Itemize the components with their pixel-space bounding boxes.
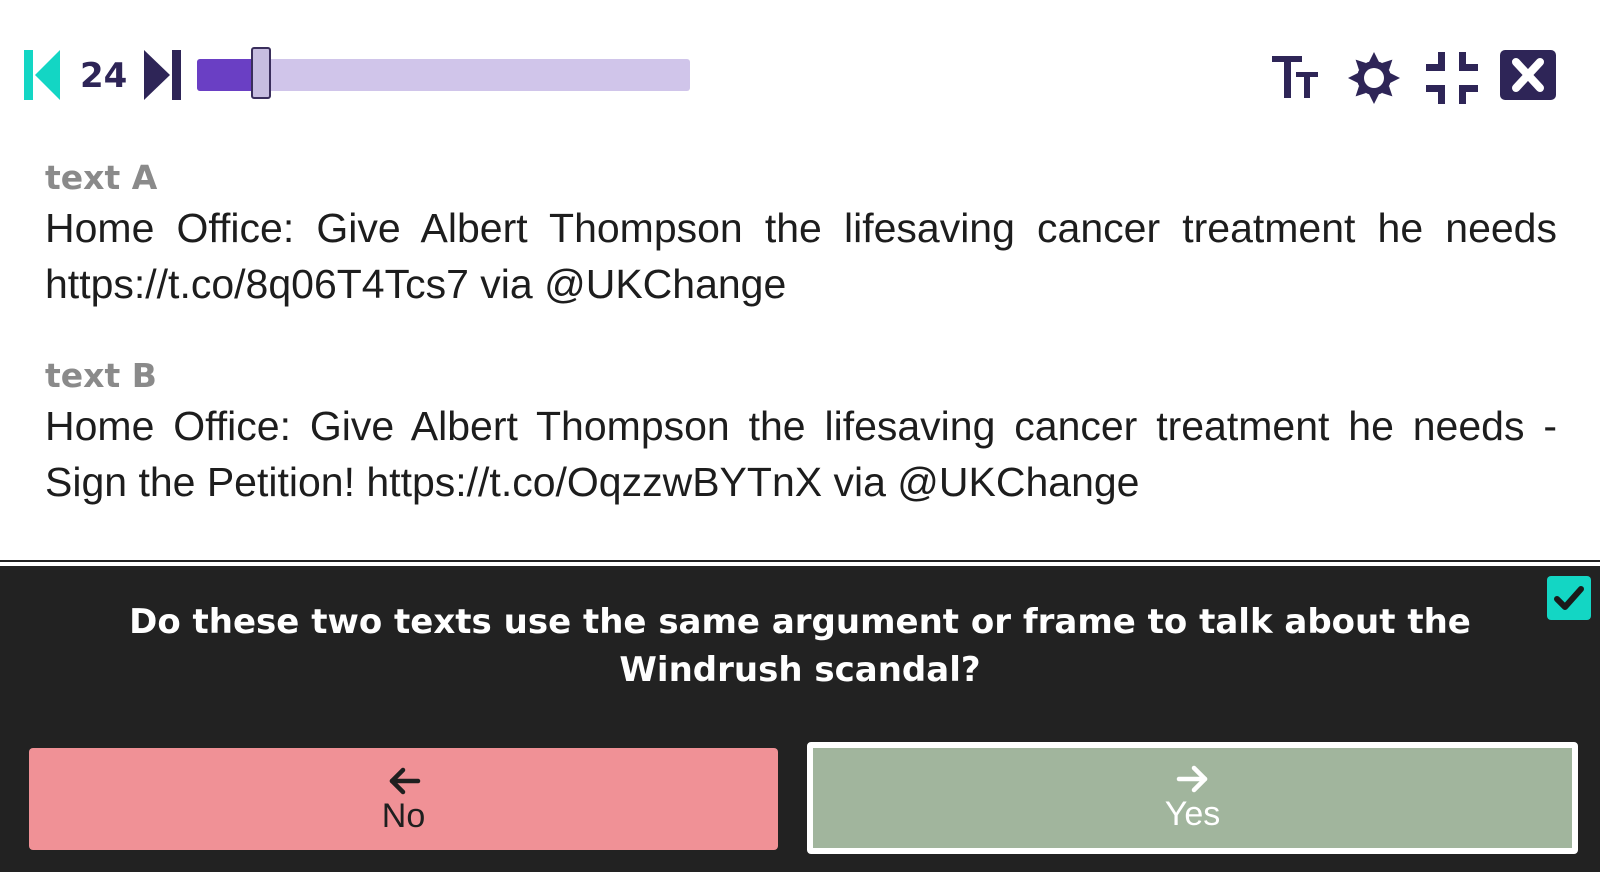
arrow-right-icon [1176,765,1207,793]
item-counter: 24 [80,56,128,96]
collapse-fullscreen-icon[interactable] [1424,50,1480,106]
annotation-page: 24 text A Home Office: Give Albert Thomp… [0,0,1600,872]
text-a-body: Home Office: Give Albert Thompson the li… [45,205,1557,307]
progress-slider[interactable] [197,47,690,99]
no-button-label: No [381,797,426,835]
text-size-icon[interactable] [1270,50,1326,106]
no-button[interactable]: No [29,748,778,850]
text-b-body: Home Office: Give Albert Thompson the li… [45,403,1557,505]
yes-button[interactable]: Yes [807,742,1578,854]
gear-icon[interactable] [1346,50,1402,106]
checkmark-icon [1554,586,1584,610]
text-b-label: text B [45,356,157,395]
divider [0,560,1600,562]
arrow-left-icon [389,767,420,795]
yes-button-label: Yes [1164,795,1221,833]
question-text: Do these two texts use the same argument… [129,602,1471,690]
toolbar: 24 [0,0,1600,150]
question-panel: Do these two texts use the same argument… [0,566,1600,872]
text-a-label: text A [45,158,158,197]
progress-slider-handle[interactable] [251,47,271,99]
confirm-checkbox[interactable] [1547,576,1591,620]
skip-to-last-icon[interactable] [144,50,182,100]
close-icon[interactable] [1500,50,1556,106]
skip-to-first-icon[interactable] [24,50,62,100]
